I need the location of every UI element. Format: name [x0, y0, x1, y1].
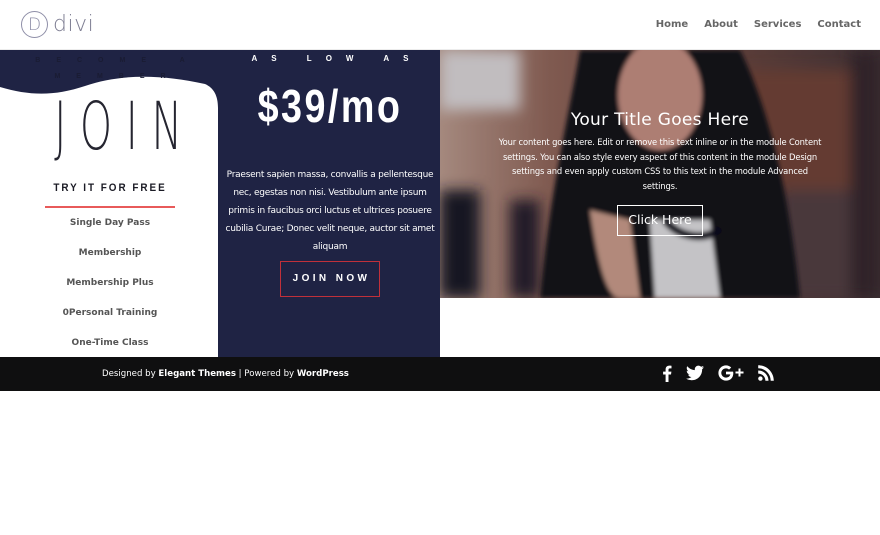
site-header: D divi Home About Services Contact [0, 0, 880, 50]
footer-credits: Designed by Elegant Themes | Powered by … [102, 369, 349, 379]
rss-icon[interactable] [758, 365, 774, 383]
accent-divider [45, 206, 175, 208]
try-free-heading: TRY IT FOR FREE [53, 182, 167, 194]
logo-mark: D [21, 11, 48, 38]
eyebrow-line-1: BECOME A [35, 57, 201, 64]
site-footer: Designed by Elegant Themes | Powered by … [0, 357, 880, 391]
price-eyebrow: AS LOW AS [251, 54, 423, 63]
plan-item: One-Time Class [71, 338, 149, 348]
nav-contact[interactable]: Contact [817, 19, 861, 30]
main-nav: Home About Services Contact [656, 19, 861, 30]
plan-item: Membership Plus [66, 278, 154, 288]
designer-link[interactable]: Elegant Themes [158, 369, 236, 379]
plan-list: Single Day Pass Membership Membership Pl… [0, 214, 220, 357]
credits-separator: | Powered by [235, 369, 297, 379]
hero-section: Your Title Goes Here Your content goes h… [440, 50, 880, 298]
platform-link[interactable]: WordPress [297, 369, 349, 379]
pricing-section: AS LOW AS $39/mo Praesent sapien massa, … [220, 50, 440, 357]
hero-title: Your Title Goes Here [570, 110, 750, 130]
plan-item: 0Personal Training [62, 308, 158, 318]
eyebrow-line-2: MEMBER [54, 73, 182, 80]
join-heading: JOIN [54, 88, 196, 165]
plan-item: Single Day Pass [69, 218, 151, 228]
google-plus-icon[interactable] [718, 365, 744, 383]
logo-text: divi [53, 12, 95, 37]
click-here-button[interactable]: Click Here [617, 205, 703, 236]
credits-prefix: Designed by [102, 369, 159, 379]
pricing-description: Praesent sapien massa, convallis a pelle… [225, 170, 435, 252]
plan-item: Membership [78, 248, 142, 258]
price: $39/mo [257, 80, 403, 132]
join-section: BECOME A MEMBER JOIN TRY IT FOR FREE Sin… [0, 50, 220, 357]
facebook-icon[interactable] [662, 365, 672, 383]
nav-about[interactable]: About [704, 19, 738, 30]
nav-home[interactable]: Home [656, 19, 688, 30]
hero-description: Your content goes here. Edit or remove t… [498, 137, 822, 191]
join-now-button[interactable]: JOIN NOW [280, 261, 380, 297]
nav-services[interactable]: Services [754, 19, 802, 30]
social-links [662, 365, 774, 383]
logo[interactable]: D divi [21, 11, 94, 38]
twitter-icon[interactable] [686, 365, 704, 383]
